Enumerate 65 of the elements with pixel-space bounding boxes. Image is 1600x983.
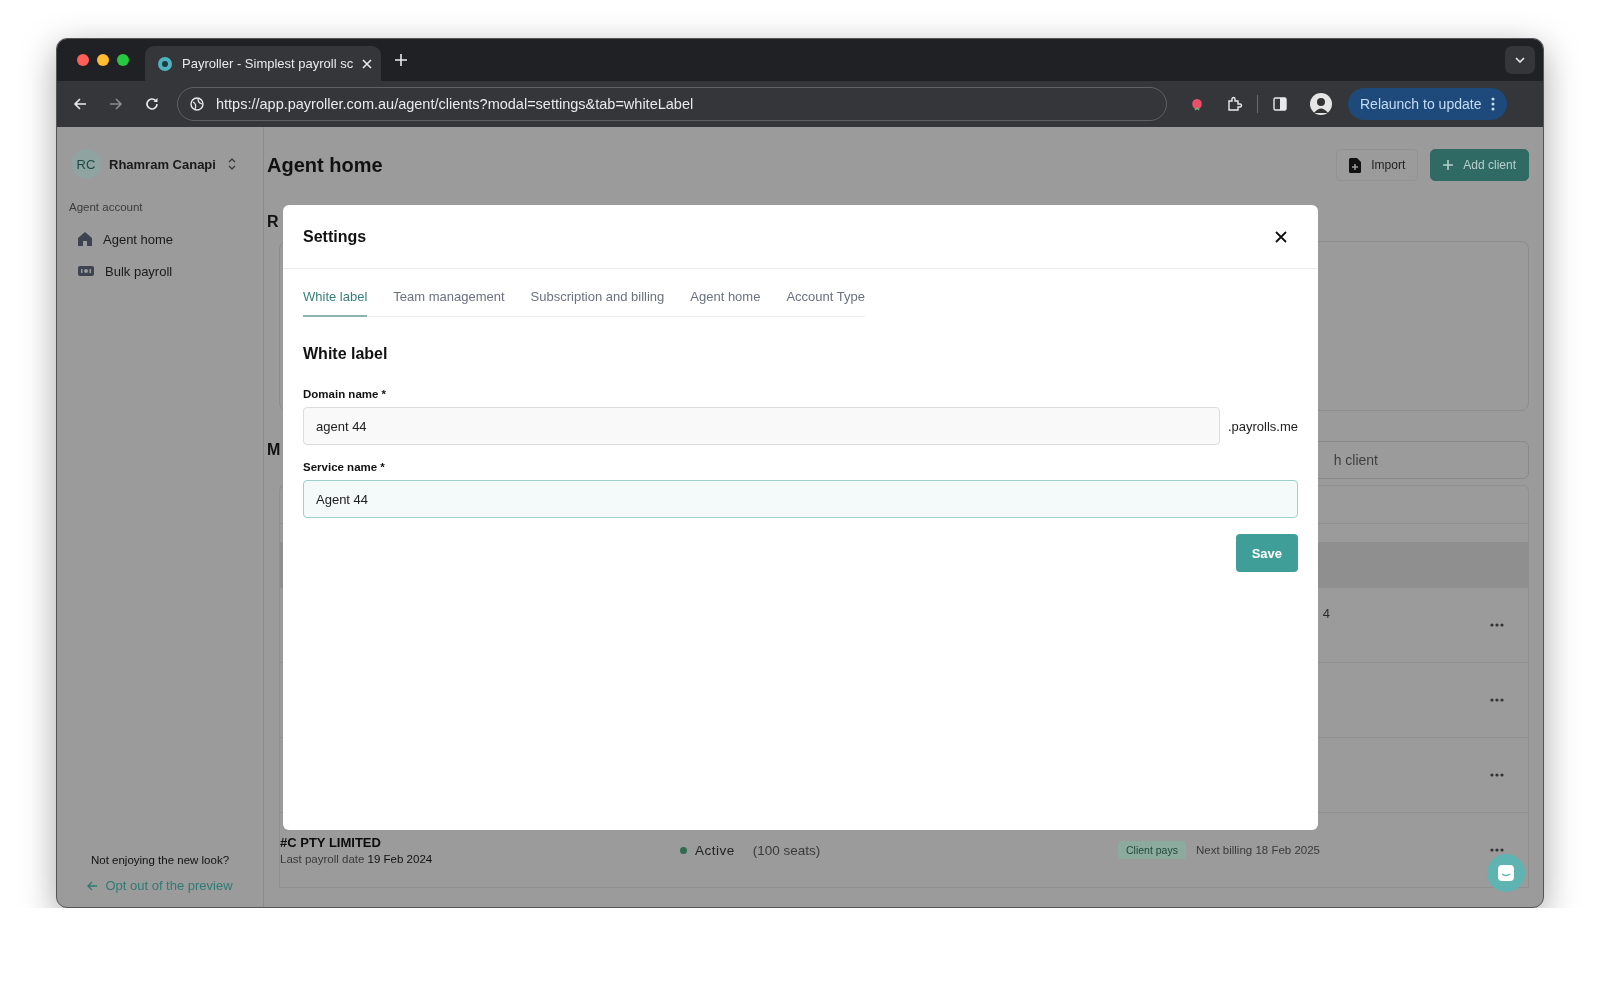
footer-note: Not enjoying the new look?: [89, 854, 231, 866]
settings-tab[interactable]: Account Type: [786, 289, 865, 317]
text-input[interactable]: Agent 44: [303, 480, 1298, 518]
back-icon[interactable]: [73, 97, 87, 111]
more-options-icon[interactable]: [1490, 623, 1504, 627]
status-dot-icon: [680, 846, 687, 854]
import-button[interactable]: Import: [1336, 149, 1419, 181]
url-text: https://app.payroller.com.au/agent/clients?modal=settings&tab=whiteLabel: [216, 96, 694, 112]
client-name: #C PTY LIMITED: [280, 835, 382, 850]
kebab-menu-icon: [1491, 97, 1496, 111]
plus-icon: [1443, 160, 1454, 170]
settings-tab[interactable]: Subscription and billing: [530, 289, 665, 317]
house-icon: [77, 231, 93, 247]
relaunch-button[interactable]: Relaunch to update: [1348, 88, 1508, 120]
user-avatar: RC: [71, 149, 101, 179]
settings-tab[interactable]: Team management: [393, 289, 505, 317]
window-control-icon[interactable]: [117, 54, 129, 66]
banknote-icon: [77, 263, 95, 279]
domain-suffix: .payrolls.me: [1227, 418, 1298, 434]
field-label: Service name *: [303, 461, 386, 473]
billing-tag: Client pays: [1118, 841, 1186, 859]
browser-tab[interactable]: Payroller - Simplest payroll sc: [145, 46, 381, 81]
side-panel-icon[interactable]: [1272, 96, 1288, 112]
profile-avatar-icon[interactable]: [1310, 93, 1332, 115]
strawberry-icon[interactable]: [1189, 96, 1205, 112]
section-title: White label: [303, 345, 389, 363]
field-label: Domain name *: [303, 388, 388, 400]
user-name[interactable]: Rhamram Canapi: [109, 156, 216, 172]
settings-tab[interactable]: Agent home: [690, 289, 761, 317]
window-control-icon[interactable]: [77, 54, 89, 66]
file-plus-icon: [1349, 157, 1362, 173]
reload-icon[interactable]: [145, 97, 159, 111]
site-info-icon[interactable]: [190, 97, 204, 111]
dialog-title: Settings: [303, 227, 367, 246]
nav-item[interactable]: Bulk payroll: [69, 255, 251, 287]
site-logo-icon: [157, 55, 173, 72]
chevron-up-down-icon[interactable]: [227, 158, 236, 170]
seats-text: (100 seats): [752, 842, 821, 858]
page-title: Agent home: [267, 153, 383, 177]
more-options-icon[interactable]: [1490, 698, 1504, 702]
section-label: Agent account: [69, 201, 144, 213]
window-control-icon[interactable]: [97, 54, 109, 66]
plus-icon[interactable]: [395, 54, 407, 66]
status-text: Active: [695, 842, 735, 858]
last-payroll-text: Last payroll date 19 Feb 2024: [280, 853, 434, 865]
section-heading: R: [267, 213, 279, 231]
puzzle-icon[interactable]: [1227, 96, 1243, 112]
settings-tab[interactable]: White label: [303, 289, 368, 317]
date-text: 4: [1322, 606, 1330, 621]
more-options-icon[interactable]: [1490, 773, 1504, 777]
more-options-icon[interactable]: [1490, 848, 1504, 852]
section-heading: M: [267, 441, 281, 459]
arrow-left-icon: [87, 880, 99, 891]
nav-item[interactable]: Agent home: [69, 223, 251, 255]
close-icon[interactable]: [1275, 230, 1287, 243]
tab-title: Payroller - Simplest payroll sc: [182, 56, 354, 71]
chat-bubble-icon: [1497, 864, 1515, 882]
save-button[interactable]: Save: [1235, 534, 1298, 572]
add-client-button[interactable]: Add client: [1430, 149, 1529, 181]
chat-button[interactable]: [1487, 854, 1525, 892]
next-billing-text: Next billing 18 Feb 2025: [1195, 844, 1320, 856]
text-input[interactable]: agent 44: [303, 407, 1220, 445]
chevron-down-icon: [1515, 57, 1525, 63]
forward-icon[interactable]: [109, 97, 123, 111]
tab-search-button[interactable]: [1505, 46, 1535, 74]
